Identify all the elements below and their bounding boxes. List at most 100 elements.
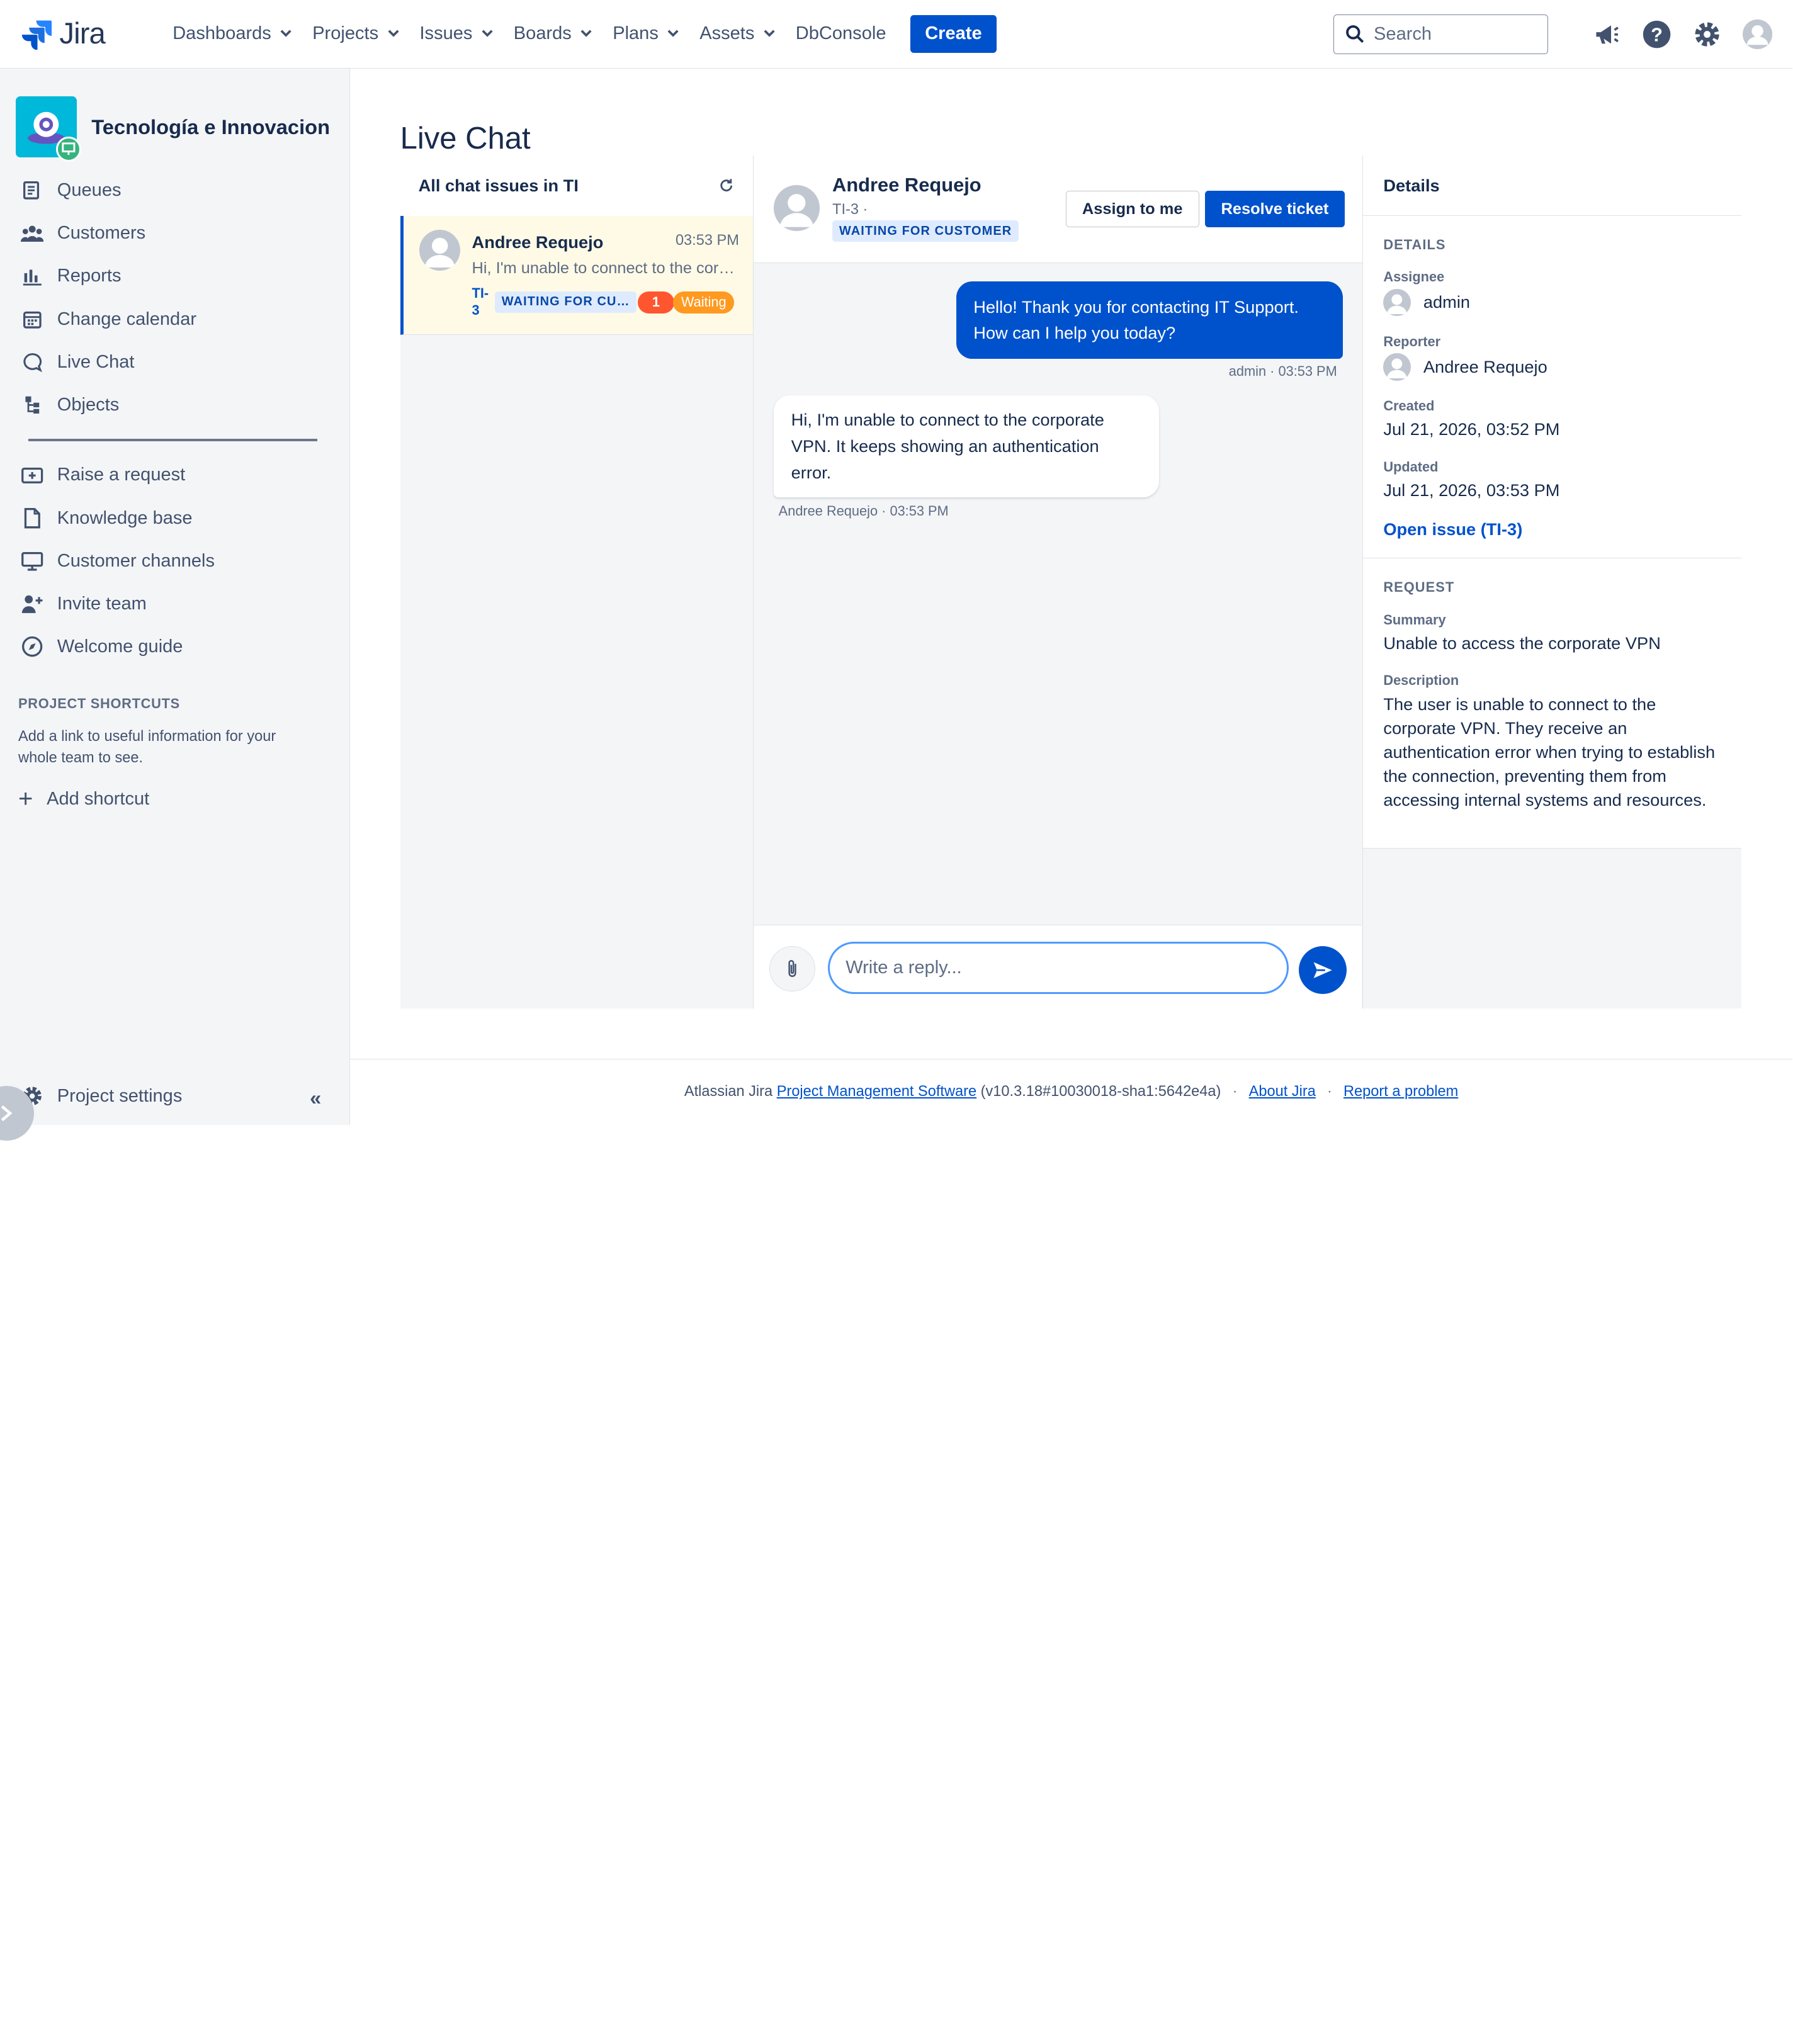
nav-item-plans[interactable]: Plans: [602, 16, 689, 52]
nav-item-dbconsole[interactable]: DbConsole: [785, 16, 896, 52]
reply-input[interactable]: [827, 941, 1289, 995]
sidebar-item-live-chat[interactable]: Live Chat: [0, 341, 349, 383]
shortcuts-description: Add a link to useful information for you…: [18, 728, 276, 767]
footer-pms-link[interactable]: Project Management Software: [777, 1083, 976, 1100]
sidebar-item-welcome-guide[interactable]: Welcome guide: [0, 625, 349, 668]
attach-button[interactable]: [769, 946, 815, 992]
sidebar-item-invite-team[interactable]: Invite team: [0, 582, 349, 625]
send-button[interactable]: [1298, 946, 1347, 995]
chat-card-issue-key[interactable]: TI-3: [472, 285, 493, 319]
nav-item-issues[interactable]: Issues: [409, 16, 503, 52]
nav-item-boards[interactable]: Boards: [503, 16, 602, 52]
monitor-icon: [21, 550, 43, 572]
sidebar-item-customer-channels[interactable]: Customer channels: [0, 539, 349, 582]
document-icon: [21, 507, 43, 529]
sidebar-item-objects[interactable]: Objects: [0, 383, 349, 426]
footer-about-link[interactable]: About Jira: [1249, 1083, 1316, 1100]
updated-label: Updated: [1383, 458, 1439, 475]
user-avatar[interactable]: [1742, 19, 1772, 50]
send-icon: [1313, 962, 1332, 978]
details-panel: Details DETAILS Assignee admin Reporter …: [1362, 155, 1741, 1008]
sidebar-item-label: Raise a request: [57, 465, 186, 485]
sidebar-item-label: Invite team: [57, 593, 147, 614]
description-value: The user is unable to connect to the cor…: [1383, 694, 1716, 810]
footer-prefix: Atlassian Jira: [684, 1083, 773, 1100]
resolve-ticket-button[interactable]: Resolve ticket: [1205, 191, 1345, 228]
logo-text: Jira: [59, 17, 105, 51]
nav-item-dashboards[interactable]: Dashboards: [162, 16, 302, 52]
service-desk-badge-icon: [55, 136, 81, 162]
plus-icon: +: [18, 784, 33, 813]
jira-logo[interactable]: Jira: [21, 16, 147, 51]
chevron-right-icon: [1, 1105, 13, 1122]
nav-item-label: Assets: [699, 23, 755, 44]
chat-list-header: All chat issues in TI: [400, 155, 753, 217]
sidebar-item-label: Knowledge base: [57, 507, 193, 528]
settings-icon[interactable]: [1692, 20, 1722, 49]
customer-message-bubble: Hi, I'm unable to connect to the corpora…: [774, 395, 1160, 497]
nav-right: Search ?: [1333, 0, 1772, 69]
sidebar-item-customers[interactable]: Customers: [0, 212, 349, 255]
sidebar-item-reports[interactable]: Reports: [0, 255, 349, 298]
details-section: DETAILS Assignee admin Reporter Andree R…: [1362, 216, 1741, 559]
assignee-value: admin: [1383, 288, 1721, 317]
jira-logo-icon: [21, 20, 52, 50]
raise-request-icon: [21, 464, 43, 487]
sidebar-divider: [28, 439, 317, 441]
footer-report-link[interactable]: Report a problem: [1343, 1083, 1458, 1100]
chat-card-time: 03:53 PM: [675, 232, 739, 249]
assignee-name: admin: [1423, 292, 1471, 312]
request-section: REQUEST Summary Unable to access the cor…: [1362, 558, 1741, 849]
search-input[interactable]: Search: [1333, 14, 1548, 55]
top-navigation: Jira Dashboards Projects Issues Boards Plans…: [0, 0, 1793, 69]
reporter-value: Andree Requejo: [1383, 353, 1721, 381]
assign-to-me-button[interactable]: Assign to me: [1065, 191, 1199, 228]
collapse-sidebar-icon[interactable]: «: [310, 1086, 321, 1110]
help-icon[interactable]: ?: [1642, 20, 1671, 49]
created-label: Created: [1383, 397, 1435, 414]
page-title: Live Chat: [400, 121, 531, 156]
conversation-header: Andree Requejo TI-3 · WAITING FOR CUSTOM…: [753, 155, 1362, 263]
app: Jira Dashboards Projects Issues Boards Plans…: [0, 0, 1793, 1141]
sidebar-item-queues[interactable]: Queues: [0, 169, 349, 212]
chevron-down-icon: [580, 27, 592, 40]
agent-message-meta: admin · 03:53 PM: [1228, 363, 1337, 380]
project-header[interactable]: Tecnología e Innovacion: [0, 69, 349, 167]
add-shortcut-button[interactable]: + Add shortcut: [0, 769, 349, 813]
project-avatar: [16, 96, 81, 162]
sidebar-item-label: Customer channels: [57, 550, 215, 571]
sidebar-nav-secondary: Raise a request Knowledge base Customer ch…: [0, 454, 349, 668]
conversation-panel: Andree Requejo TI-3 · WAITING FOR CUSTOM…: [753, 155, 1363, 1008]
chat-card-preview: Hi, I'm unable to connect to the corpora…: [472, 259, 742, 278]
svg-text:?: ?: [1651, 23, 1663, 45]
open-issue-link[interactable]: Open issue (TI-3): [1383, 519, 1721, 539]
create-button[interactable]: Create: [910, 15, 997, 53]
request-section-title: REQUEST: [1383, 579, 1455, 596]
project-settings-link[interactable]: Project settings «: [0, 1068, 349, 1125]
agent-message-bubble: Hello! Thank you for contacting IT Suppo…: [956, 281, 1343, 359]
megaphone-icon[interactable]: [1592, 20, 1621, 49]
nav-item-projects[interactable]: Projects: [302, 16, 409, 52]
sidebar-item-knowledge-base[interactable]: Knowledge base: [0, 497, 349, 539]
chevron-down-icon: [388, 27, 399, 40]
sidebar-item-raise-a-request[interactable]: Raise a request: [0, 454, 349, 497]
assignee-label: Assignee: [1383, 269, 1445, 285]
nav-menu: Dashboards Projects Issues Boards Plans Asset…: [162, 16, 896, 52]
chat-card[interactable]: Andree Requejo 03:53 PM Hi, I'm unable t…: [400, 216, 753, 336]
search-placeholder: Search: [1374, 23, 1432, 44]
conversation-status-lozenge: WAITING FOR CUSTOMER: [832, 220, 1019, 242]
refresh-icon[interactable]: [718, 178, 734, 193]
sidebar-item-change-calendar[interactable]: Change calendar: [0, 298, 349, 341]
details-header: Details: [1362, 155, 1741, 217]
project-name: Tecnología e Innovacion: [91, 115, 331, 138]
summary-label: Summary: [1383, 611, 1446, 628]
footer-separator: ·: [1326, 1083, 1332, 1100]
chevron-down-icon: [482, 27, 493, 40]
customer-avatar: [419, 229, 461, 271]
chat-card-name: Andree Requejo: [472, 232, 604, 252]
conversation-customer-name: Andree Requejo: [832, 174, 981, 196]
created-value: Jul 21, 2026, 03:52 PM: [1383, 419, 1560, 439]
sidebar-item-label: Customers: [57, 223, 146, 244]
nav-item-assets[interactable]: Assets: [689, 16, 786, 52]
nav-item-label: Projects: [312, 23, 379, 44]
